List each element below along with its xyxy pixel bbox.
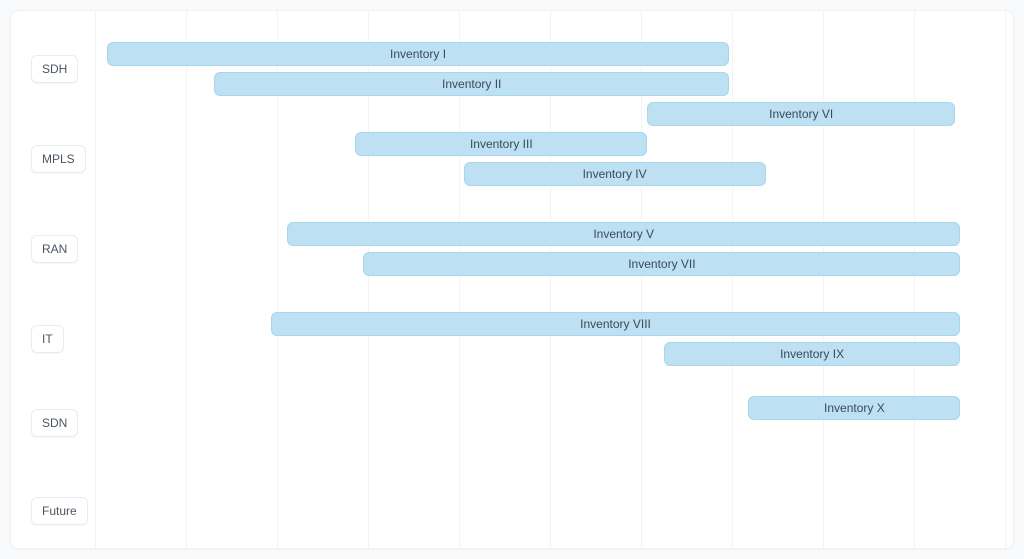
- gantt-bar[interactable]: Inventory VIII: [271, 312, 961, 336]
- row-labels: SDH MPLS RAN IT SDN Future: [11, 11, 95, 548]
- gantt-bar[interactable]: Inventory III: [355, 132, 647, 156]
- gantt-bar-label: Inventory VI: [769, 107, 833, 121]
- gantt-bar[interactable]: Inventory IV: [464, 162, 766, 186]
- row-label: IT: [31, 325, 64, 353]
- gantt-bar-label: Inventory VII: [628, 257, 695, 271]
- gantt-bar-label: Inventory V: [593, 227, 654, 241]
- row-label: SDH: [31, 55, 78, 83]
- row-label: MPLS: [31, 145, 86, 173]
- row-label: Future: [31, 497, 88, 525]
- gantt-panel: SDHMPLSRANITSDNFuture Inventory IInvento…: [10, 10, 1014, 549]
- gantt-bar-label: Inventory III: [470, 137, 533, 151]
- gantt-bar-label: Inventory IX: [780, 347, 844, 361]
- gantt-bar[interactable]: Inventory VII: [363, 252, 960, 276]
- gantt-bar-label: Inventory IV: [583, 167, 647, 181]
- row-label: SDN: [31, 409, 78, 437]
- gantt-bar-label: Inventory II: [442, 77, 501, 91]
- plot-area: Inventory I Inventory II Inventory VI Inven…: [95, 11, 1003, 548]
- gantt-bar-label: Inventory I: [390, 47, 446, 61]
- gantt-bar[interactable]: Inventory II: [214, 72, 729, 96]
- gantt-bar-label: Inventory VIII: [580, 317, 651, 331]
- gantt-bar[interactable]: Inventory X: [748, 396, 960, 420]
- row-label: RAN: [31, 235, 78, 263]
- gantt-bar-label: Inventory X: [824, 401, 885, 415]
- gantt-bar[interactable]: Inventory I: [107, 42, 729, 66]
- gantt-bar[interactable]: Inventory V: [287, 222, 960, 246]
- gantt-bar[interactable]: Inventory VI: [647, 102, 955, 126]
- gantt-bar[interactable]: Inventory IX: [664, 342, 961, 366]
